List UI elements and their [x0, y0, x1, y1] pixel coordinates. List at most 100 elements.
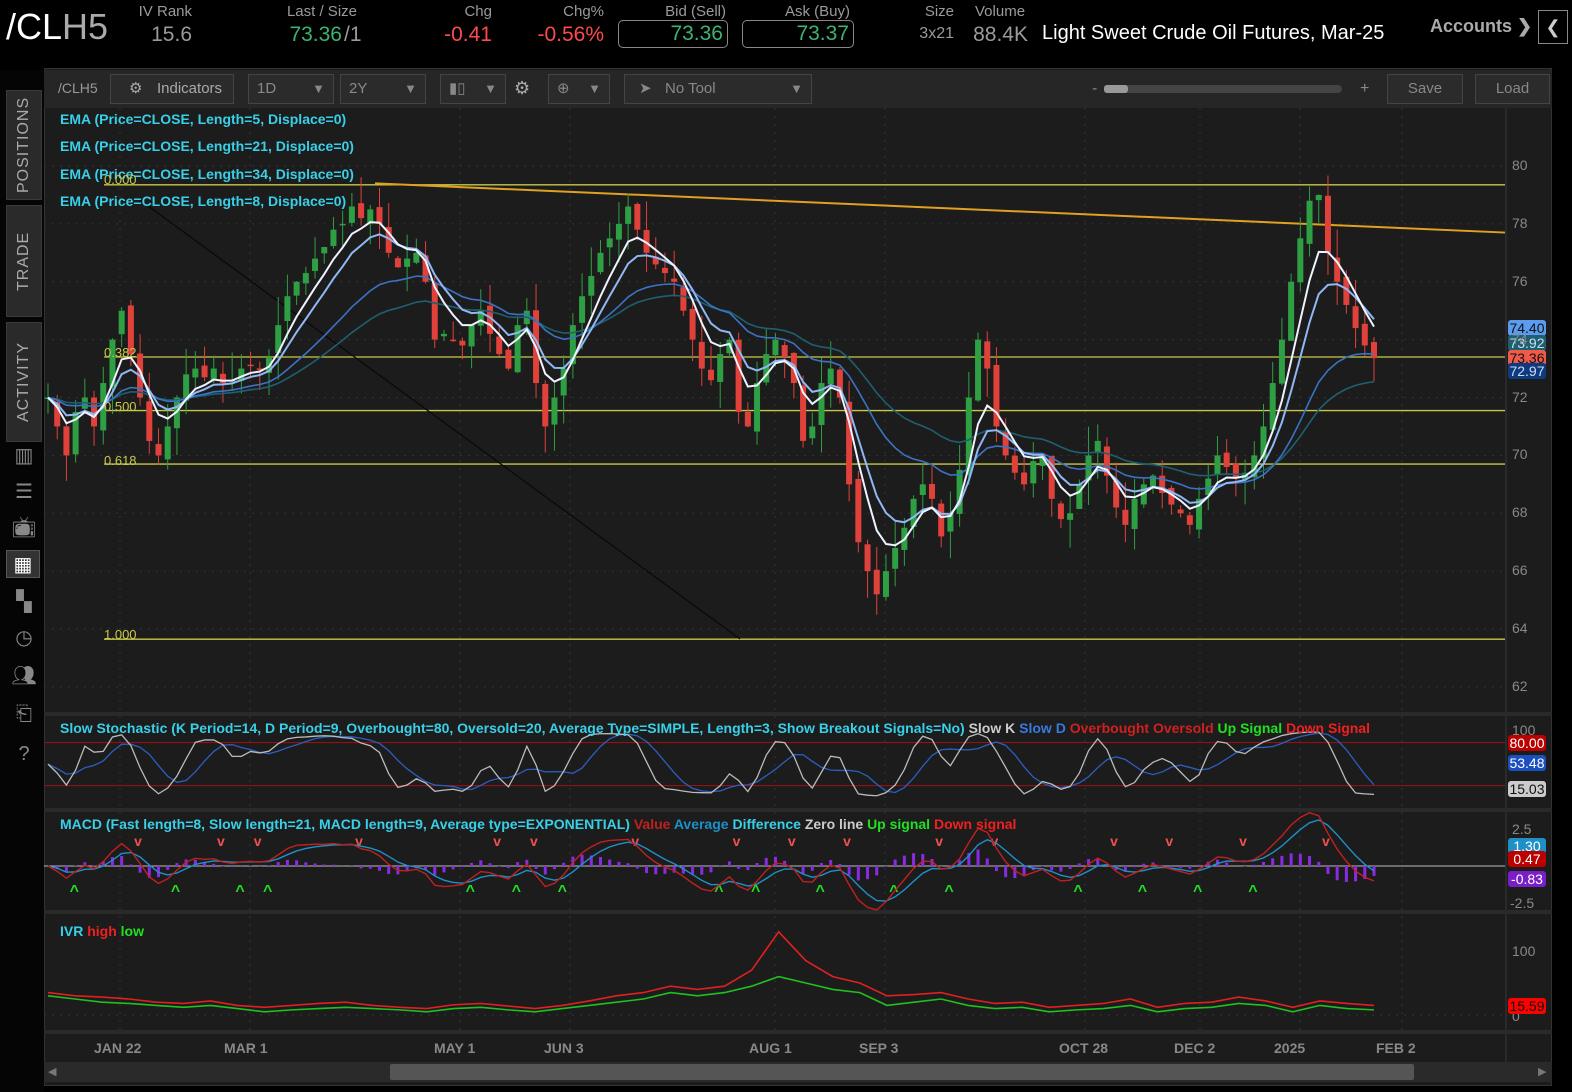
chgpct-label: Chg% [563, 3, 604, 20]
fib-label-1: 1.000 [104, 627, 137, 642]
zoom-out-button[interactable]: - [1092, 80, 1097, 98]
tab-trade[interactable]: TRADE [6, 205, 42, 317]
candle-body [404, 258, 411, 267]
down-signal-arrow: v [254, 833, 262, 849]
zoom-in-button[interactable]: + [1360, 80, 1369, 98]
candle-body [864, 544, 871, 572]
ivr-high-line [47, 930, 1375, 1010]
tab-activity[interactable]: ACTIVITY [6, 322, 42, 442]
up-signal-arrow: ^ [171, 883, 180, 900]
candle-body [551, 397, 558, 425]
down-signal-arrow: v [530, 833, 538, 849]
stoch-oversold: Oversold [1152, 720, 1214, 736]
axis-divider [1505, 108, 1507, 1063]
chart-style-select[interactable]: ▮▯ ▼ [440, 74, 506, 104]
candle-body [1288, 281, 1295, 341]
candle-body [615, 223, 622, 240]
down-signal-arrow: v [1239, 833, 1247, 849]
accounts-dropdown[interactable]: Accounts ❯ [1430, 16, 1532, 37]
chevron-down-icon: ▼ [790, 81, 803, 96]
date-tick: FEB 2 [1376, 1040, 1416, 1056]
chevron-down-icon: ▼ [404, 81, 417, 96]
ask-button[interactable]: 73.37 [742, 20, 854, 48]
legend-ivr: IVR high low [60, 923, 144, 939]
aggregation-select[interactable]: 1D ▼ [248, 74, 334, 104]
grid-icon[interactable]: ▚ [10, 588, 38, 616]
tv-icon[interactable]: 📺︎ [10, 514, 38, 542]
drawing-set-select[interactable]: ⊕ ▼ [548, 74, 610, 104]
tab-positions[interactable]: POSITIONS [6, 90, 42, 200]
collapse-panel-button[interactable]: ❮ [1538, 10, 1568, 44]
date-tick: 2025 [1274, 1040, 1306, 1056]
candle-body [984, 341, 991, 369]
date-tick: JAN 22 [94, 1040, 142, 1056]
candle-body [661, 267, 668, 274]
chg-label: Chg [464, 3, 492, 20]
slow-d-line [47, 732, 1375, 794]
tag-ema21: 72.97 [1508, 363, 1546, 379]
gear-icon[interactable]: ⚙ [514, 78, 530, 99]
macd-average-line [47, 819, 1375, 902]
scroll-left-icon[interactable]: ◀ [48, 1065, 56, 1078]
market-watch-icon[interactable]: ▥ [10, 442, 38, 470]
list-icon[interactable]: ☰ [10, 478, 38, 506]
candle-body [1021, 472, 1028, 485]
instrument-title: Light Sweet Crude Oil Futures, Mar-25 [1042, 22, 1385, 44]
history-icon[interactable]: ◷ [10, 624, 38, 652]
panel-divider [44, 910, 1552, 914]
candle-body [772, 339, 779, 356]
candle-body [708, 369, 714, 381]
calendar-icon[interactable]: ⎗ [10, 700, 38, 728]
price-tick: 76 [1512, 272, 1528, 289]
candle-body [827, 368, 834, 385]
volume-value: 88.4K [973, 23, 1028, 46]
legend-ema5: EMA (Price=CLOSE, Length=5, Displace=0) [60, 111, 347, 127]
price-chart[interactable]: ^v^v^v^v^v^v^v^v^v^v^v^v^v^v^v^v [44, 108, 1552, 1088]
size-value: 3x21 [919, 25, 954, 42]
ivr-tick-100: 100 [1512, 943, 1536, 959]
tool-value: No Tool [665, 80, 716, 97]
help-icon[interactable]: ? [10, 740, 38, 768]
candle-body [302, 273, 309, 284]
candle-body [929, 484, 935, 499]
timeframe-select[interactable]: 2Y ▼ [340, 74, 426, 104]
chg-value: -0.41 [444, 23, 492, 46]
scroll-right-icon[interactable]: ▶ [1538, 1065, 1546, 1078]
drawing-tool-select[interactable]: ➤ No Tool ▼ [624, 74, 812, 104]
zoom-slider[interactable] [1104, 85, 1342, 93]
scrollbar-thumb[interactable] [390, 1064, 1414, 1080]
load-button[interactable]: Load [1475, 74, 1550, 104]
candle-body [698, 341, 705, 369]
candle-body [459, 340, 466, 346]
up-signal-arrow: ^ [263, 883, 272, 900]
candle-body [744, 411, 751, 427]
macd-tick-high: 2.5 [1512, 821, 1532, 837]
legend-macd: MACD (Fast length=8, Slow length=21, MAC… [60, 816, 1016, 832]
macd-average: Average [673, 816, 729, 832]
up-signal-arrow: ^ [1248, 883, 1257, 900]
price-tick: 72 [1512, 388, 1528, 405]
candle-body [330, 229, 337, 247]
bid-button[interactable]: 73.36 [618, 20, 728, 48]
last-size-label: Last / Size [286, 3, 357, 20]
community-icon[interactable]: 👥︎ [10, 662, 38, 690]
macd-value: Value [633, 816, 671, 832]
symbol[interactable]: /CLH5 [6, 6, 108, 48]
up-signal-arrow: ^ [816, 883, 825, 900]
price-tick: 64 [1512, 620, 1528, 637]
up-signal-arrow: ^ [1193, 883, 1202, 900]
candle-body [634, 203, 641, 230]
zoom-slider-thumb[interactable] [1104, 85, 1128, 93]
charts-icon[interactable]: ▦ [6, 550, 40, 578]
candle-body [1011, 455, 1018, 473]
indicators-button[interactable]: ⚙ Indicators [110, 74, 234, 104]
ivr-title: IVR [60, 923, 84, 939]
candle-body [1094, 440, 1101, 453]
horizontal-scrollbar[interactable]: ◀ ▶ [44, 1062, 1552, 1082]
ask-label: Ask (Buy) [784, 3, 850, 20]
candle-body [855, 478, 862, 543]
save-button[interactable]: Save [1387, 74, 1463, 104]
candle-body [938, 503, 945, 537]
up-signal-arrow: ^ [1073, 883, 1082, 900]
candle-body [155, 444, 162, 456]
